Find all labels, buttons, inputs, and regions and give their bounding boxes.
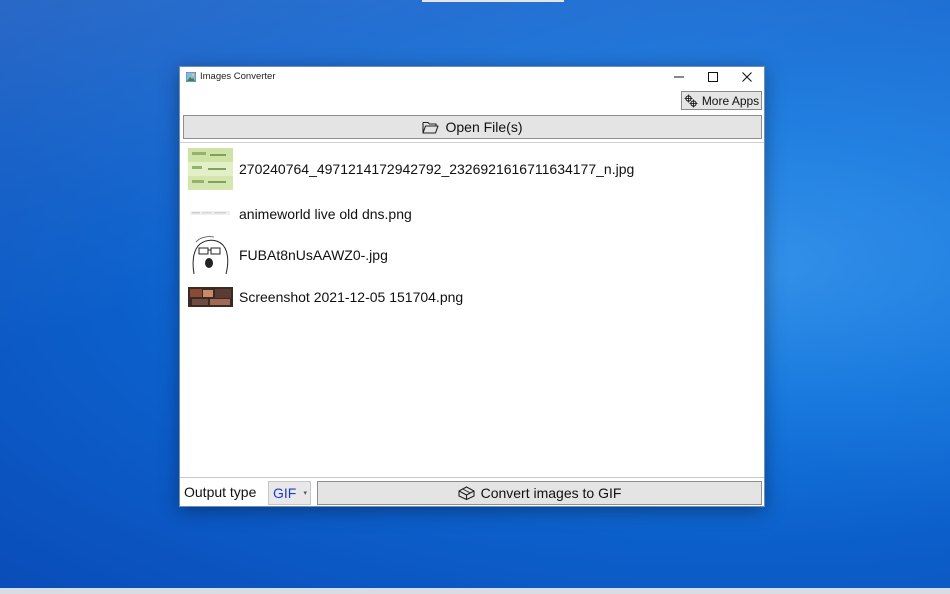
more-apps-label: More Apps — [701, 93, 760, 108]
file-name: 270240764_4971214172942792_2326921616711… — [239, 161, 635, 177]
output-type-value: GIF — [273, 485, 297, 501]
images-converter-window: Images Converter More Apps Open File(s) — [179, 66, 765, 507]
bottom-bar: Output type GIF ▾ Convert images to GIF — [180, 478, 764, 506]
file-name: FUBAt8nUsAAWZ0-.jpg — [239, 247, 388, 263]
file-name: animeworld live old dns.png — [239, 206, 412, 222]
title-bar[interactable]: Images Converter — [180, 67, 764, 89]
window-title: Images Converter — [200, 71, 276, 82]
convert-button[interactable]: Convert images to GIF — [317, 481, 762, 505]
gear-cluster-icon — [684, 94, 698, 107]
chevron-down-icon: ▾ — [303, 490, 307, 497]
list-item[interactable]: FUBAt8nUsAAWZ0-.jpg — [188, 234, 748, 276]
close-icon — [742, 72, 752, 82]
maximize-icon — [708, 72, 718, 82]
folder-open-icon — [422, 121, 440, 134]
open-files-button[interactable]: Open File(s) — [183, 115, 762, 139]
list-item[interactable]: 270240764_4971214172942792_2326921616711… — [188, 148, 748, 190]
convert-label: Convert images to GIF — [480, 485, 622, 501]
output-type-select[interactable]: GIF ▾ — [268, 481, 311, 505]
open-files-label: Open File(s) — [445, 119, 523, 135]
app-icon — [186, 72, 196, 82]
list-item[interactable]: Screenshot 2021-12-05 151704.png — [188, 276, 748, 318]
dark-screenshot-thumb — [188, 276, 233, 318]
minimize-button[interactable] — [662, 67, 696, 87]
minimize-icon — [674, 76, 684, 78]
sketch-face-thumb — [188, 234, 233, 276]
blank-page-thumb — [188, 193, 233, 235]
maximize-button[interactable] — [696, 67, 730, 87]
green-document-thumb — [188, 148, 233, 190]
taskbar-edge — [0, 588, 950, 594]
close-button[interactable] — [730, 67, 764, 87]
output-type-label: Output type — [184, 484, 257, 500]
file-name: Screenshot 2021-12-05 151704.png — [239, 289, 464, 305]
file-list[interactable]: 270240764_4971214172942792_2326921616711… — [180, 142, 764, 478]
list-item[interactable]: animeworld live old dns.png — [188, 193, 748, 235]
box-icon — [458, 486, 475, 500]
top-edge-highlight — [422, 0, 564, 2]
more-apps-button[interactable]: More Apps — [681, 91, 762, 110]
